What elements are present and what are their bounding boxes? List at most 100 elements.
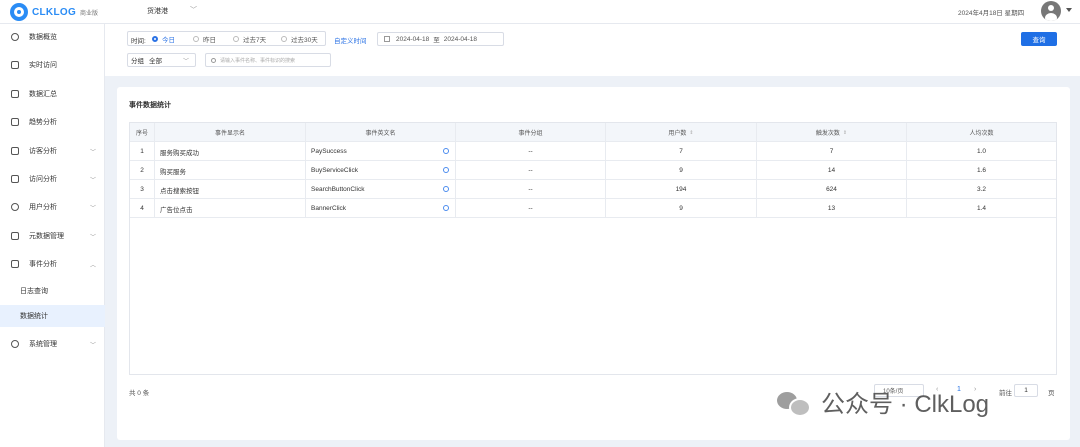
cell-avg: 3.2 [976,186,987,193]
sidebar-item-event[interactable]: 事件分析 ︿ [0,253,105,275]
col-header-display-name: 事件显示名 [155,123,306,142]
sidebar-item-label: 访客分析 [29,148,57,155]
col-header-users[interactable]: 用户数 ⇕ [606,123,757,142]
cell-group: -- [456,161,606,180]
custom-time-label[interactable]: 自定义时间 [334,35,367,45]
radio-dot [233,36,239,42]
cell-english-name: BannerClick [306,199,456,218]
sidebar-item-label: 访问分析 [29,176,57,183]
radio-yesterday[interactable]: 昨日 [193,34,216,44]
edit-icon[interactable] [443,205,449,211]
chevron-down-icon: ﹀ [182,58,189,65]
cell-display-name: 服务购买成功 [155,142,306,161]
cell-triggers: 13 [757,199,907,218]
english-name-text: BuyServiceClick [311,167,358,174]
cell-index: 1 [130,142,155,161]
chevron-down-icon: ﹀ [90,177,97,184]
sidebar-item-label: 趋势分析 [29,119,57,126]
total-count: 共 0 条 [129,390,150,397]
col-header-triggers[interactable]: 触发次数 ⇕ [757,123,907,142]
english-name-text: BannerClick [311,205,347,212]
group-value: 全部 [149,58,162,65]
radio-label: 今日 [162,37,175,44]
chevron-up-icon: ︿ [90,262,97,269]
dashboard-icon [11,33,19,41]
radio-today[interactable]: 今日 [152,34,175,44]
col-header-label: 用户数 [668,131,687,137]
user-icon [11,203,19,211]
table-header-row: 序号 事件显示名 事件英文名 事件分组 用户数 ⇕ 触发次数 ⇕ 人均次数 [130,123,1056,142]
sidebar-item-visit[interactable]: 访问分析 ﹀ [0,168,105,190]
cell-english-name: BuyServiceClick [306,161,456,180]
col-header-english-name: 事件英文名 [306,123,456,142]
radio-last-7-days[interactable]: 过去7天 [233,34,266,44]
table-row: 2 购买服务 BuyServiceClick -- 9 14 1.6 [130,161,1056,180]
sidebar-item-label: 数据汇总 [29,91,57,98]
sidebar-item-label: 用户分析 [29,204,57,211]
sidebar-item-summary[interactable]: 数据汇总 [0,83,105,105]
logo[interactable]: CLKLOG 商业版 [10,3,98,21]
sidebar-item-overview[interactable]: 数据概览 [0,26,105,48]
edit-icon[interactable] [443,148,449,154]
card-title: 事件数据统计 [129,102,171,109]
goto-page-input[interactable]: 1 [1014,384,1038,397]
radio-dot [281,36,287,42]
edit-icon[interactable] [443,186,449,192]
cell-avg: 1.0 [976,148,987,155]
table-row: 3 点击搜索按钮 SearchButtonClick -- 194 624 3.… [130,180,1056,199]
cell-avg: 1.6 [976,167,987,174]
search-input[interactable]: 请输入事件名称、事件标识的搜索 [205,53,331,67]
chevron-down-icon[interactable]: ﹀ [190,5,197,15]
radio-dot [152,36,158,42]
edition-label: 商业版 [80,10,99,17]
sidebar-item-user[interactable]: 用户分析 ﹀ [0,196,105,218]
sidebar-item-trend[interactable]: 趋势分析 [0,111,105,133]
sidebar-item-label: 元数据管理 [29,233,64,240]
date-start: 2024-04-18 [396,35,430,43]
filters: 时间: 今日 昨日 过去7天 过去30天 自定义时间 2024-04-18 至 … [118,28,1068,76]
sidebar-sub-data-stats[interactable]: 数据统计 [0,305,105,327]
cell-triggers: 14 [757,161,907,180]
avatar[interactable] [1041,1,1061,21]
cell-group: -- [456,199,606,218]
chevron-down-icon: ﹀ [90,234,97,241]
group-label: 分组 [131,58,144,65]
project-selector[interactable]: 货港港 [147,6,168,16]
sidebar-sub-label: 日志查询 [20,288,48,295]
watermark-text: 公众号 · ClkLog [821,391,990,418]
sidebar-item-realtime[interactable]: 实时访问 [0,54,105,76]
cell-group: -- [456,180,606,199]
radio-last-30-days[interactable]: 过去30天 [281,34,318,44]
event-icon [11,260,19,268]
col-header-avg: 人均次数 [969,131,994,137]
cell-group: -- [456,142,606,161]
goto-label: 前往 [999,390,1012,397]
chevron-down-icon: ﹀ [90,342,97,349]
sidebar-item-visitor[interactable]: 访客分析 ﹀ [0,140,105,162]
sidebar-item-metadata[interactable]: 元数据管理 ﹀ [0,225,105,247]
english-name-text: SearchButtonClick [311,186,365,193]
sidebar-sub-log-query[interactable]: 日志查询 [0,280,105,302]
trend-icon [11,118,19,126]
date-end: 2024-04-18 [443,35,477,43]
current-date: 2024年4月18日 星期四 [958,10,1025,17]
cell-avg: 1.4 [976,205,987,212]
top-bar: CLKLOG 商业版 货港港 ﹀ 2024年4月18日 星期四 [0,0,1080,24]
cell-index: 2 [130,161,155,180]
sidebar-item-system[interactable]: 系统管理 ﹀ [0,333,105,355]
cell-triggers: 7 [757,142,907,161]
sidebar-sub-label: 数据统计 [20,313,48,320]
group-select[interactable]: 分组 全部 ﹀ [127,53,196,67]
cell-users: 9 [606,161,757,180]
sort-icon[interactable]: ⇕ [689,130,693,136]
caret-down-icon[interactable] [1066,8,1072,12]
sort-icon[interactable]: ⇕ [843,130,847,136]
col-header-index: 序号 [130,123,155,142]
wechat-icon [777,390,811,417]
date-range-picker[interactable]: 2024-04-18 至 2024-04-18 [377,32,504,46]
table-row: 4 广告位点击 BannerClick -- 9 13 1.4 [130,199,1056,218]
query-button[interactable]: 查询 [1021,32,1057,46]
cell-users: 194 [606,180,757,199]
logo-icon [10,3,28,21]
edit-icon[interactable] [443,167,449,173]
